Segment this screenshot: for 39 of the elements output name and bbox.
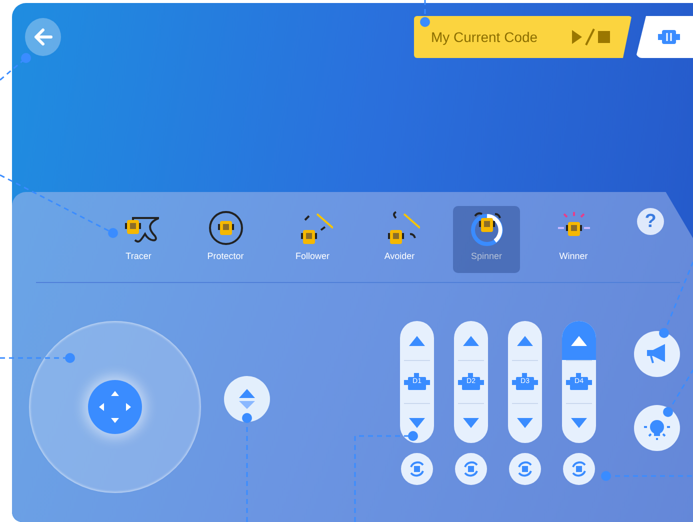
up-arrow-icon bbox=[409, 336, 425, 346]
mode-tab[interactable]: Spinner bbox=[453, 206, 520, 273]
up-arrow-icon bbox=[517, 336, 533, 346]
motor-icon bbox=[566, 373, 592, 391]
back-button[interactable] bbox=[25, 18, 61, 56]
rotate-button[interactable] bbox=[509, 453, 541, 485]
back-arrow-icon bbox=[32, 28, 53, 46]
mode-tab[interactable]: Tracer bbox=[105, 206, 172, 273]
down-arrow-icon bbox=[409, 418, 425, 428]
mode-tab[interactable]: Protector bbox=[192, 206, 259, 273]
play-stop-icon bbox=[570, 27, 612, 47]
up-arrow-icon bbox=[571, 336, 587, 346]
code-block-label: My Current Code bbox=[430, 29, 538, 45]
robot-icon bbox=[658, 28, 680, 46]
leader-line bbox=[663, 370, 693, 417]
rotate-button[interactable] bbox=[455, 453, 487, 485]
help-button[interactable]: ? bbox=[637, 208, 664, 235]
motor-icon bbox=[404, 373, 430, 391]
direction-pad[interactable] bbox=[88, 380, 142, 434]
mode-tab[interactable]: Follower bbox=[279, 206, 346, 273]
leader-line bbox=[420, 0, 430, 27]
up-button[interactable] bbox=[562, 321, 596, 360]
horn-button[interactable] bbox=[634, 331, 680, 377]
speed-button[interactable] bbox=[224, 376, 270, 422]
leader-line bbox=[0, 53, 31, 81]
down-arrow-icon bbox=[571, 418, 587, 428]
device-tab[interactable] bbox=[636, 16, 693, 58]
mode-tab[interactable]: Winner bbox=[540, 206, 607, 273]
up-arrow-icon bbox=[463, 336, 479, 346]
motor-icon bbox=[458, 373, 484, 391]
mode-tab[interactable]: Avoider bbox=[366, 206, 433, 273]
down-arrow-icon bbox=[517, 418, 533, 428]
up-down-icon bbox=[237, 388, 257, 410]
code-block[interactable]: My Current Code bbox=[414, 16, 632, 58]
down-arrow-icon bbox=[463, 418, 479, 428]
motor-icon bbox=[512, 373, 538, 391]
light-button[interactable] bbox=[634, 405, 680, 451]
rotate-button[interactable] bbox=[563, 453, 595, 485]
rotate-button[interactable] bbox=[401, 453, 433, 485]
